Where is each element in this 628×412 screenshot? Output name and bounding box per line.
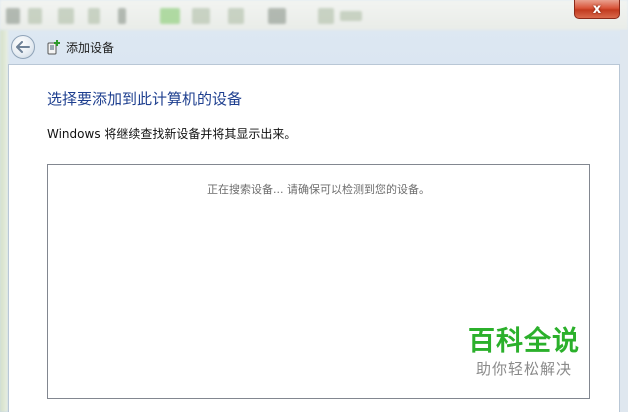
searching-status-text: 正在搜索设备... 请确保可以检测到您的设备。 (207, 183, 430, 196)
window-right-edge (620, 30, 628, 412)
navigation-bar: 添加设备 (8, 30, 620, 64)
window-title: 添加设备 (66, 40, 115, 55)
page-heading: 选择要添加到此计算机的设备 (47, 90, 243, 108)
watermark-logo: 百科全说 助你轻松解决 (462, 326, 586, 384)
watermark-sub-text: 助你轻松解决 (475, 360, 572, 378)
back-button[interactable] (11, 35, 35, 59)
back-arrow-icon (16, 41, 30, 53)
watermark-main-text: 百科全说 (468, 326, 580, 357)
background-window-edge (0, 30, 8, 412)
screenshot-frame: x 添加设备 选择要添加到此计算机的设备 Windows 将继续查找新设备并将其… (0, 0, 628, 412)
page-description: Windows 将继续查找新设备并将其显示出来。 (47, 127, 297, 141)
close-button[interactable]: x (574, 0, 620, 19)
background-window-toolbar (0, 0, 628, 30)
close-icon: x (592, 1, 602, 17)
add-device-icon (47, 39, 61, 55)
